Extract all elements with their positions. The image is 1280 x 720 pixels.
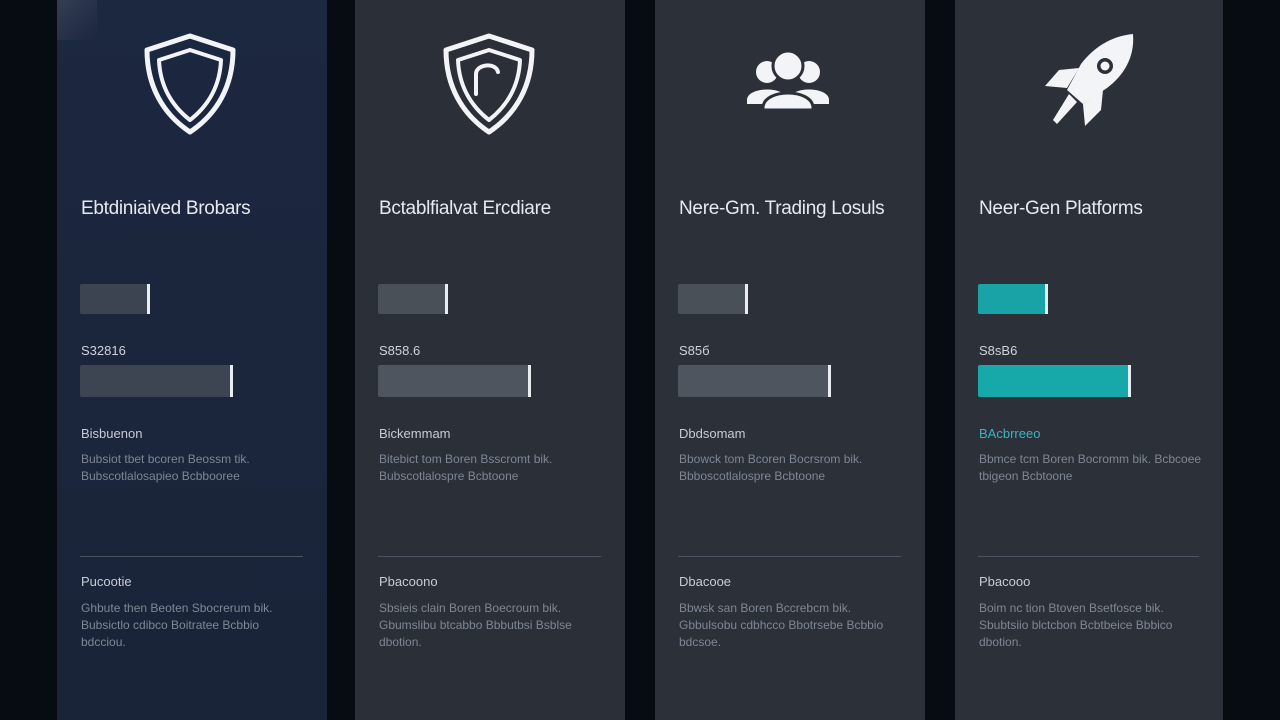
plan-bar-long	[978, 365, 1131, 397]
plan-price: S858.6	[379, 343, 421, 358]
divider	[378, 556, 601, 557]
plan-title: Nere-Gm. Trading Losuls	[679, 198, 885, 219]
plan-title: Neer-Gen Platforms	[979, 198, 1143, 219]
plan-price: S85б	[679, 343, 710, 358]
notes-label: Pbacoono	[379, 574, 438, 589]
shield-lock-icon	[434, 28, 544, 138]
divider	[80, 556, 303, 557]
notes-label: Pucootie	[81, 574, 132, 589]
plan-card-3: Nere-Gm. Trading Losuls S85б Dbdsomam Bb…	[655, 0, 925, 720]
notes-text: Sbsieis clain Boren Boecroum bik. Gbumsl…	[379, 601, 572, 649]
plan-bar-short	[378, 284, 448, 314]
plan-price: S32816	[81, 343, 126, 358]
features-label: BAcbrreeo	[979, 426, 1041, 441]
divider	[978, 556, 1199, 557]
notes-label: Pbacooo	[979, 574, 1031, 589]
rocket-icon	[1033, 28, 1143, 138]
notes-text: Bbwsk san Boren Bccrebcm bik. Gbbulsobu …	[679, 601, 884, 649]
plan-title: Bctablfialvat Ercdiare	[379, 198, 551, 219]
plan-bar-long	[378, 365, 531, 397]
divider	[678, 556, 901, 557]
features-label: Dbdsomam	[679, 426, 746, 441]
features-text: Bitebict tom Boren Bsscromt bik. Bubscot…	[379, 452, 553, 483]
plan-bar-short	[978, 284, 1048, 314]
plan-card-1: Ebtdiniaived Brobars S32816 Bisbuenon Bu…	[57, 0, 327, 720]
features-text: Bbmce tcm Boren Bocromm bik. Bcbcoee tbi…	[979, 452, 1202, 483]
plan-bar-short	[678, 284, 748, 314]
shield-icon	[135, 28, 245, 138]
plan-bar-short	[80, 284, 150, 314]
features-label: Bisbuenon	[81, 426, 143, 441]
features-text: Bbowck tom Bcoren Bocrsrom bik. Bbboscot…	[679, 452, 863, 483]
plan-bar-long	[678, 365, 831, 397]
features-text: Bubsiot tbet bcoren Beossm tik. Bubscotl…	[81, 452, 250, 483]
notes-text: Boim nc tion Btoven Bsetfosce bik. Sbubt…	[979, 601, 1173, 649]
plan-bar-long	[80, 365, 233, 397]
plan-card-2: Bctablfialvat Ercdiare S858.6 Bickemmam …	[355, 0, 625, 720]
notes-text: Ghbute then Beoten Sbocrerum bik. Bubsic…	[81, 601, 273, 649]
features-label: Bickemmam	[379, 426, 451, 441]
notes-label: Dbacooe	[679, 574, 732, 589]
plan-title: Ebtdiniaived Brobars	[81, 198, 251, 219]
plan-price: S8sB6	[979, 343, 1018, 358]
users-icon	[733, 28, 843, 138]
plan-card-4: Neer-Gen Platforms S8sB6 BAcbrreeo Bbmce…	[955, 0, 1223, 720]
